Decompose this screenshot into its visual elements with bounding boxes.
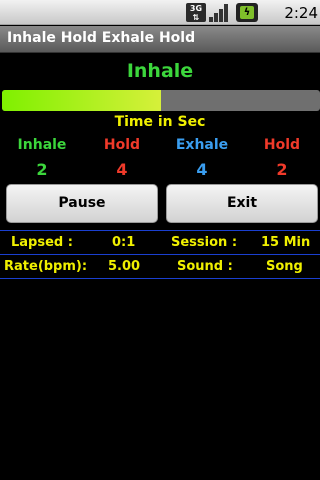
exhale-seconds: 4 bbox=[196, 160, 208, 179]
divider bbox=[0, 278, 320, 279]
battery-charging-icon: ϟ bbox=[236, 3, 258, 22]
pause-button[interactable]: Pause bbox=[6, 184, 158, 223]
current-phase-label: Inhale bbox=[126, 60, 194, 82]
rate-value: 5.00 bbox=[108, 259, 141, 274]
inhale-label: Inhale bbox=[17, 137, 67, 153]
hold-seconds: 4 bbox=[116, 160, 128, 179]
status-bar: 3G⇅ ϟ 2:24 PM bbox=[0, 0, 320, 40]
lapsed-label: Lapsed : bbox=[11, 235, 73, 250]
hold-label-2: Hold bbox=[263, 137, 301, 153]
hold-seconds-2: 2 bbox=[276, 160, 288, 179]
signal-icon bbox=[209, 3, 231, 22]
phase-progress-bar bbox=[2, 90, 320, 111]
time-in-sec-heading: Time in Sec bbox=[114, 114, 206, 130]
phase-progress-fill bbox=[2, 90, 161, 111]
network-label: 3G bbox=[189, 4, 203, 13]
exhale-label: Exhale bbox=[175, 137, 229, 153]
exit-button[interactable]: Exit bbox=[166, 184, 318, 223]
session-label: Session : bbox=[171, 235, 238, 250]
3g-data-icon: 3G ⇅ bbox=[186, 3, 206, 22]
lapsed-value: 0:1 bbox=[112, 235, 136, 250]
divider bbox=[0, 230, 320, 231]
divider bbox=[0, 254, 320, 255]
app-title: Inhale Hold Exhale Hold bbox=[7, 30, 196, 46]
title-bar: Inhale Hold Exhale Hold bbox=[0, 26, 320, 53]
inhale-seconds: 2 bbox=[36, 160, 48, 179]
sound-label: Sound : bbox=[177, 259, 233, 274]
session-value: 15 Min bbox=[261, 235, 311, 250]
rate-label: Rate(bpm): bbox=[4, 259, 88, 274]
sound-value: Song bbox=[266, 259, 303, 274]
hold-label: Hold bbox=[103, 137, 141, 153]
